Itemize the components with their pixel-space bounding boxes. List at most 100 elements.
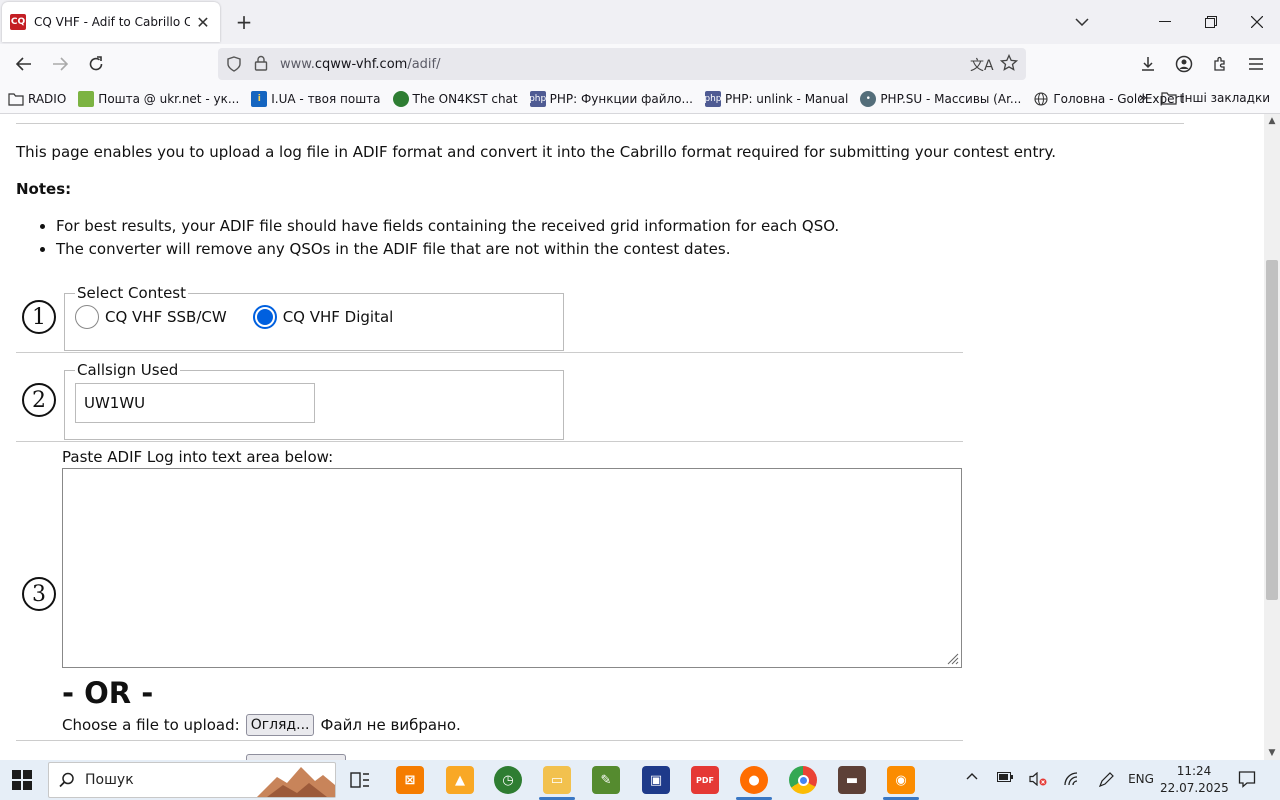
divider [16, 441, 963, 442]
wifi-icon[interactable] [1062, 772, 1080, 786]
save-app-icon[interactable]: ▣ [642, 766, 670, 794]
account-icon[interactable] [1172, 52, 1196, 76]
bookmark-item[interactable]: php PHP: Функции файло... [529, 90, 693, 107]
close-tab-icon[interactable]: ✕ [194, 13, 212, 32]
upload-label: Choose a file to upload: [62, 716, 240, 734]
adif-log-textarea[interactable] [62, 468, 962, 668]
address-bar[interactable]: www.cqww-vhf.com/adif/ 文A [218, 48, 1026, 80]
forward-arrow-icon[interactable] [48, 52, 72, 76]
firefox-icon[interactable]: ● [740, 766, 768, 794]
notifications-icon[interactable] [1236, 770, 1258, 788]
tab-title: CQ VHF - Adif to Cabrillo Converter [34, 15, 190, 29]
bookmark-item[interactable]: Пошта @ ukr.net - ук... [78, 90, 240, 107]
php-icon: php [704, 90, 722, 107]
clock[interactable]: 11:24 22.07.2025 [1160, 763, 1229, 797]
taskbar: Пошук ⊠ ▲ ◷ ▭ ✎ ▣ PDF ● ▬ ◉ ENG 11:24 22… [0, 760, 1280, 800]
search-placeholder: Пошук [85, 772, 134, 788]
scroll-up-icon[interactable]: ▲ [1264, 114, 1280, 128]
resize-grip-icon[interactable] [945, 651, 959, 665]
bookmark-item[interactable]: • PHP.SU - Массивы (Ar... [860, 90, 1021, 107]
language-indicator[interactable]: ENG [1126, 772, 1156, 786]
other-bookmarks[interactable]: Інші закладки [1181, 91, 1270, 105]
select-contest-fieldset: Select Contest CQ VHF SSB/CW CQ VHF Digi… [64, 284, 564, 351]
shield-icon[interactable] [226, 56, 242, 76]
bookmark-item[interactable]: The ON4KST chat [392, 90, 518, 107]
browser-tab[interactable]: CQ CQ VHF - Adif to Cabrillo Converter ✕ [2, 2, 220, 42]
browse-button[interactable]: Огляд... [245, 714, 315, 736]
menu-icon[interactable] [1244, 52, 1268, 76]
battery-icon[interactable] [996, 772, 1014, 782]
taskbar-search[interactable]: Пошук [48, 762, 336, 798]
minimize-icon[interactable] [1142, 6, 1188, 38]
globe-icon [392, 90, 409, 107]
bookmark-label: The ON4KST chat [412, 91, 518, 106]
folder-icon [8, 91, 24, 107]
chevron-down-icon[interactable] [1070, 10, 1094, 34]
callsign-input[interactable]: UW1WU [75, 383, 315, 423]
pen-icon[interactable] [1096, 772, 1116, 788]
divider [16, 123, 1184, 124]
app-icon[interactable]: ▬ [838, 766, 866, 794]
clock-time: 11:24 [1176, 764, 1212, 778]
step-1-number: 1 [22, 300, 56, 334]
star-icon[interactable] [999, 53, 1019, 76]
lock-icon[interactable] [254, 55, 268, 75]
step-2-number: 2 [22, 383, 56, 417]
app-icon[interactable]: ▲ [446, 766, 474, 794]
file-upload-row: Choose a file to upload: Огляд... Файл н… [62, 714, 461, 736]
scroll-thumb[interactable] [1266, 260, 1278, 600]
eye-app-icon[interactable]: ◉ [887, 766, 915, 794]
more-bookmarks-icon[interactable]: » [1139, 90, 1148, 106]
notes-heading: Notes: [16, 180, 72, 198]
bookmark-item[interactable]: i I.UA - твоя пошта [251, 90, 381, 107]
callsign-fieldset: Callsign Used UW1WU [64, 361, 564, 440]
no-file-text: Файл не вибрано. [320, 716, 461, 734]
contest-ssb-cw-label[interactable]: CQ VHF SSB/CW [105, 308, 227, 326]
download-icon[interactable] [1136, 52, 1160, 76]
site-favicon-icon: CQ [10, 14, 26, 30]
intro-text: This page enables you to upload a log fi… [16, 143, 1056, 161]
search-icon [59, 772, 74, 788]
chart-app-icon[interactable]: ✎ [592, 766, 620, 794]
chrome-icon[interactable] [789, 766, 817, 794]
divider [16, 352, 963, 353]
page-scrollbar[interactable]: ▲ ▼ [1264, 114, 1280, 760]
globe-icon [1033, 91, 1049, 107]
folder-icon [1161, 90, 1177, 106]
file-explorer-icon[interactable]: ▭ [543, 766, 571, 794]
divider [16, 740, 963, 741]
reload-icon[interactable] [84, 52, 108, 76]
contest-ssb-cw-radio[interactable] [75, 305, 99, 329]
extensions-icon[interactable] [1208, 52, 1232, 76]
clock-app-icon[interactable]: ◷ [494, 766, 522, 794]
select-contest-legend: Select Contest [77, 284, 187, 302]
back-arrow-icon[interactable] [12, 52, 36, 76]
speaker-muted-icon[interactable] [1028, 772, 1048, 786]
restore-icon[interactable] [1188, 6, 1234, 38]
page-content: This page enables you to upload a log fi… [0, 114, 1264, 760]
bookmark-item[interactable]: php PHP: unlink - Manual [704, 90, 849, 107]
mail-icon [78, 90, 95, 107]
contest-digital-radio[interactable] [252, 305, 277, 329]
step-3-number: 3 [22, 577, 56, 611]
bookmark-label: Пошта @ ukr.net - ук... [98, 91, 240, 106]
url-text[interactable]: www.cqww-vhf.com/adif/ [280, 57, 440, 72]
bookmark-label: I.UA - твоя пошта [271, 91, 381, 106]
bookmark-item[interactable]: RADIO [8, 91, 66, 107]
tray-chevron-up-icon[interactable] [964, 772, 980, 780]
new-tab-icon[interactable]: + [232, 10, 256, 34]
notes-list: For best results, your ADIF file should … [56, 217, 839, 263]
translate-icon[interactable]: 文A [970, 55, 994, 75]
task-view-icon[interactable] [346, 766, 374, 794]
bookmark-label: PHP: unlink - Manual [724, 91, 849, 106]
pdf-app-icon[interactable]: PDF [691, 766, 719, 794]
or-separator: - OR - [62, 676, 154, 710]
info-icon: i [251, 90, 268, 107]
scroll-down-icon[interactable]: ▼ [1264, 746, 1280, 760]
contest-digital-label[interactable]: CQ VHF Digital [283, 308, 394, 326]
xampp-icon[interactable]: ⊠ [396, 766, 424, 794]
windows-start-icon[interactable] [12, 770, 34, 792]
bookmark-label: RADIO [28, 91, 67, 106]
close-window-icon[interactable] [1234, 6, 1280, 38]
search-highlight-image [257, 767, 335, 797]
